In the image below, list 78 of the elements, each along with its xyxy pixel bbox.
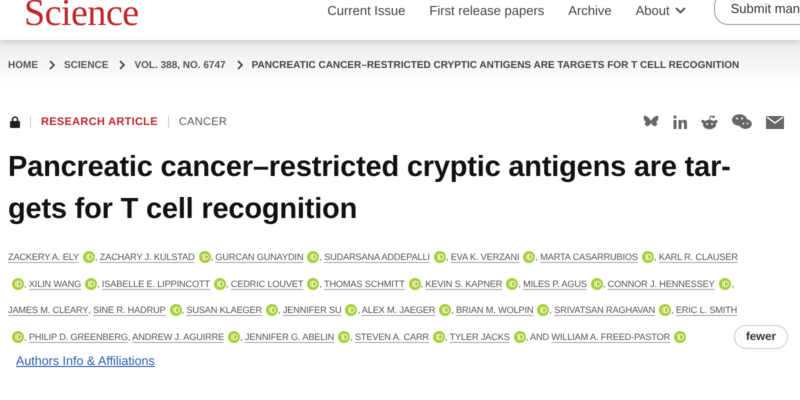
orcid-icon[interactable] bbox=[170, 304, 182, 316]
chevron-down-icon bbox=[674, 7, 686, 14]
nav-link[interactable]: About bbox=[636, 3, 686, 18]
author-link[interactable]: , ZACHARY J. KULSTAD bbox=[94, 252, 195, 262]
author-link[interactable]: , JENNIFER SU bbox=[278, 305, 342, 316]
chat-bubbles-icon[interactable] bbox=[732, 114, 752, 130]
orcid-icon[interactable] bbox=[718, 278, 731, 290]
author-link[interactable]: , SRIVATSAN RAGHAVAN bbox=[549, 305, 655, 316]
author-link[interactable]: , JENNIFER G. ABELIN bbox=[240, 332, 334, 342]
orcid-icon[interactable] bbox=[506, 278, 518, 290]
nav-link[interactable]: Current Issue bbox=[327, 3, 406, 18]
author-link[interactable]: , MILES P. AGUS bbox=[518, 278, 587, 289]
orcid-icon[interactable] bbox=[345, 304, 358, 316]
orcid-icon[interactable] bbox=[228, 330, 240, 343]
author-link[interactable]: , STEVEN A. CARR bbox=[350, 332, 429, 342]
email-icon[interactable] bbox=[766, 116, 784, 128]
author-link[interactable]: , SUDARSANA ADDEPALLI bbox=[319, 252, 430, 262]
nav-link[interactable]: First release papers bbox=[429, 3, 544, 18]
linkedin-icon[interactable] bbox=[673, 115, 687, 129]
breadcrumb-item[interactable]: HOME bbox=[8, 60, 38, 70]
article-section[interactable]: CANCER bbox=[178, 116, 228, 128]
author-link[interactable]: , SINE R. HADRUP bbox=[88, 305, 166, 316]
orcid-icon[interactable] bbox=[408, 278, 421, 290]
author-link[interactable]: JAMES M. CLEARY bbox=[8, 305, 88, 316]
article-title: Pancreatic cancer–restricted cryptic antigens are tar- gets for T cell recognition bbox=[8, 150, 732, 227]
orcid-icon[interactable] bbox=[590, 278, 603, 290]
orcid-icon[interactable] bbox=[642, 251, 654, 264]
reddit-icon[interactable] bbox=[701, 114, 718, 130]
breadcrumb-item[interactable]: VOL. 388, NO. 6747 bbox=[134, 60, 226, 70]
article-type[interactable]: RESEARCH ARTICLE bbox=[41, 116, 158, 128]
author-link[interactable]: , ERIC L. SMITH bbox=[671, 305, 738, 316]
chevron-right-icon bbox=[234, 60, 243, 70]
author-link[interactable]: , MARTA CASARRUBIOS bbox=[535, 252, 638, 262]
chevron-right-icon bbox=[47, 60, 55, 70]
nav-link[interactable]: Archive bbox=[568, 3, 612, 18]
orcid-icon[interactable] bbox=[439, 304, 452, 316]
orcid-icon[interactable] bbox=[214, 278, 226, 290]
author-link[interactable]: , GURCAN GUNAYDIN bbox=[210, 252, 304, 262]
author-link[interactable]: , BRIAN M. WOLPIN bbox=[451, 305, 534, 316]
orcid-icon[interactable] bbox=[85, 278, 98, 290]
author-link[interactable]: , TYLER JACKS bbox=[444, 332, 510, 342]
author-link[interactable]: , KEVIN S. KAPNER bbox=[420, 278, 502, 289]
breadcrumb-item[interactable]: SCIENCE bbox=[64, 60, 108, 70]
author-link[interactable]: , SUSAN KLAEGER bbox=[182, 305, 262, 316]
author-link[interactable]: ZACKERY A. ELY bbox=[8, 252, 79, 262]
submit-button[interactable]: Submit man bbox=[714, 0, 800, 25]
breadcrumb-item: PANCREATIC CANCER–RESTRICTED CRYPTIC ANTIGENS ARE TARGETS FOR T CELL RECOGNITION bbox=[252, 60, 740, 70]
author-link[interactable]: , KARL R. CLAUSER bbox=[654, 252, 738, 262]
orcid-icon[interactable] bbox=[12, 330, 24, 343]
affiliations-link[interactable]: Authors Info & Affiliations bbox=[16, 354, 155, 368]
separator-text: , bbox=[732, 278, 734, 289]
author-link[interactable]: , ALEX M. JAEGER bbox=[357, 305, 436, 316]
orcid-icon[interactable] bbox=[537, 304, 550, 316]
orcid-icon[interactable] bbox=[12, 278, 24, 290]
orcid-icon[interactable] bbox=[338, 330, 350, 343]
orcid-icon[interactable] bbox=[659, 304, 671, 316]
author-link[interactable]: , THOMAS SCHMITT bbox=[319, 278, 405, 289]
orcid-icon[interactable] bbox=[432, 330, 445, 343]
author-link[interactable]: , XILIN WANG bbox=[24, 278, 82, 289]
orcid-icon[interactable] bbox=[523, 251, 536, 264]
orcid-icon[interactable] bbox=[434, 251, 446, 264]
author-link[interactable]: , EVA K. VERZANI bbox=[446, 252, 520, 262]
orcid-icon[interactable] bbox=[82, 251, 95, 264]
orcid-icon[interactable] bbox=[514, 330, 526, 343]
author-link[interactable]: , CEDRIC LOUVET bbox=[226, 278, 304, 289]
butterfly-icon[interactable] bbox=[643, 115, 659, 129]
author-link[interactable]: , ISABELLE E. LIPPINCOTT bbox=[97, 278, 210, 289]
orcid-icon[interactable] bbox=[307, 278, 320, 290]
author-link[interactable]: , PHILIP D. GREENBERG bbox=[24, 332, 128, 342]
author-link[interactable]: , AND WILLIAM A. FREED-PASTOR bbox=[526, 332, 670, 342]
orcid-icon[interactable] bbox=[674, 330, 686, 343]
fewer-button[interactable]: fewer bbox=[734, 324, 788, 349]
orcid-icon[interactable] bbox=[266, 304, 278, 316]
orcid-icon[interactable] bbox=[198, 251, 211, 264]
orcid-icon[interactable] bbox=[307, 251, 320, 264]
chevron-right-icon bbox=[117, 60, 126, 70]
author-link[interactable]: , ANDREW J. AGUIRRE bbox=[128, 332, 224, 342]
author-link[interactable]: , CONNOR J. HENNESSEY bbox=[602, 278, 715, 289]
